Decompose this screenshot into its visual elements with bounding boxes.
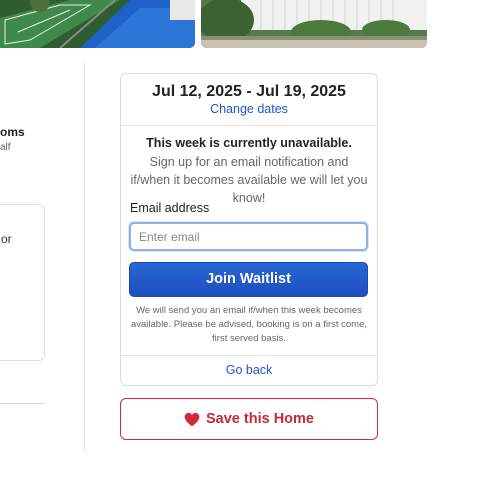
save-home-label: Save this Home: [206, 411, 314, 427]
waitlist-disclaimer: We will send you an email if/when this w…: [130, 305, 368, 344]
unavailable-title: This week is currently unavailable.: [146, 136, 352, 150]
info-card-text: or: [1, 232, 12, 246]
signup-message: Sign up for an email notification and if…: [130, 155, 368, 205]
save-home-button[interactable]: Save this Home: [120, 398, 378, 440]
room-detail-fragment: alf: [0, 142, 11, 153]
card-divider-bottom: [121, 355, 377, 356]
booking-card: Jul 12, 2025 - Jul 19, 2025 Change dates…: [120, 73, 378, 386]
property-photo-tennis[interactable]: [0, 0, 195, 48]
email-label: Email address: [130, 201, 210, 215]
column-divider: [84, 62, 85, 452]
room-summary-fragment: oms: [0, 125, 25, 139]
email-input[interactable]: [129, 222, 368, 251]
join-waitlist-button[interactable]: Join Waitlist: [129, 262, 368, 297]
go-back-link[interactable]: Go back: [121, 363, 377, 377]
change-dates-link[interactable]: Change dates: [121, 102, 377, 116]
property-photo-house[interactable]: [201, 0, 427, 48]
card-divider-top: [121, 125, 377, 126]
info-card-partial: or: [0, 204, 45, 361]
selected-dates: Jul 12, 2025 - Jul 19, 2025: [152, 83, 346, 100]
section-divider: [0, 403, 45, 404]
heart-icon: [184, 412, 200, 427]
